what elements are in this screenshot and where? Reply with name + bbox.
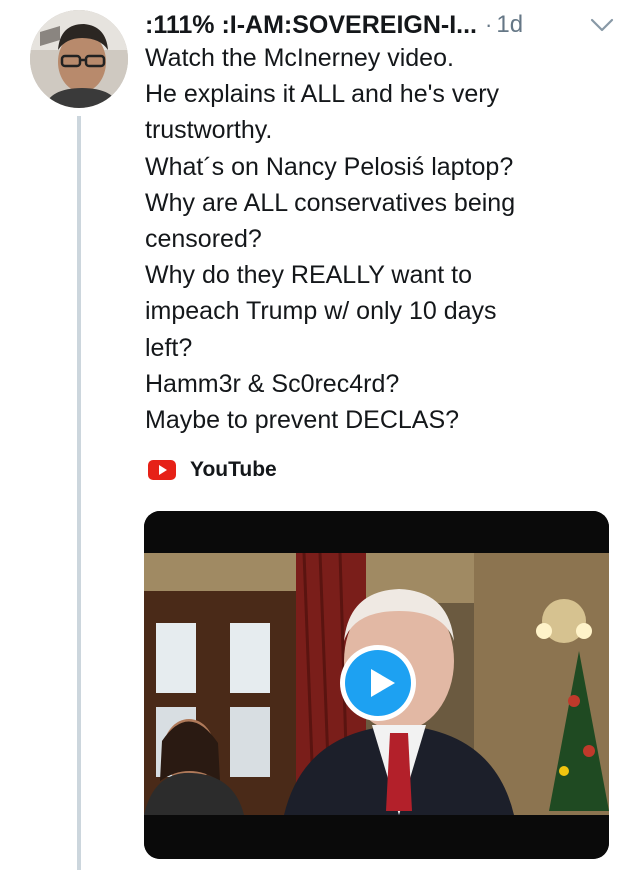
display-name[interactable]: :111% :I-AM:SOVEREIGN-I... [145, 11, 477, 40]
play-button[interactable] [340, 645, 416, 721]
tweet-line: Watch the McInerney video. [145, 44, 454, 72]
tweet-text: Watch the McInerney video. He explains i… [145, 40, 615, 438]
video-card[interactable] [144, 511, 609, 859]
card-source[interactable]: YouTube [148, 456, 277, 484]
youtube-icon [148, 460, 176, 480]
play-icon [345, 650, 411, 716]
tweet-line: left? [145, 333, 193, 362]
tweet-line: Hamm3r & Sc0rec4rd? [145, 369, 400, 398]
separator-dot: · [485, 12, 493, 37]
tweet-line: impeach Trump w/ only 10 days [145, 297, 497, 326]
tweet-line: He explains it ALL and he's very [145, 80, 500, 109]
timestamp[interactable]: 1d [496, 11, 523, 39]
tweet-header: :111% :I-AM:SOVEREIGN-I... · 1d [145, 6, 615, 44]
tweet-line: Why are ALL conservatives being [145, 188, 516, 217]
thread-line [77, 116, 81, 870]
tweet-line: censored? [145, 225, 262, 254]
tweet-line: trustworthy. [145, 116, 273, 145]
avatar-photo [30, 10, 128, 108]
tweet-line: Maybe to prevent DECLAS? [145, 406, 460, 435]
tweet-line: Why do they REALLY want to [145, 261, 473, 290]
tweet-line: What´s on Nancy Pelosiś laptop? [145, 152, 514, 181]
avatar[interactable] [30, 10, 128, 108]
chevron-down-icon[interactable] [589, 12, 615, 38]
source-label: YouTube [190, 458, 277, 481]
